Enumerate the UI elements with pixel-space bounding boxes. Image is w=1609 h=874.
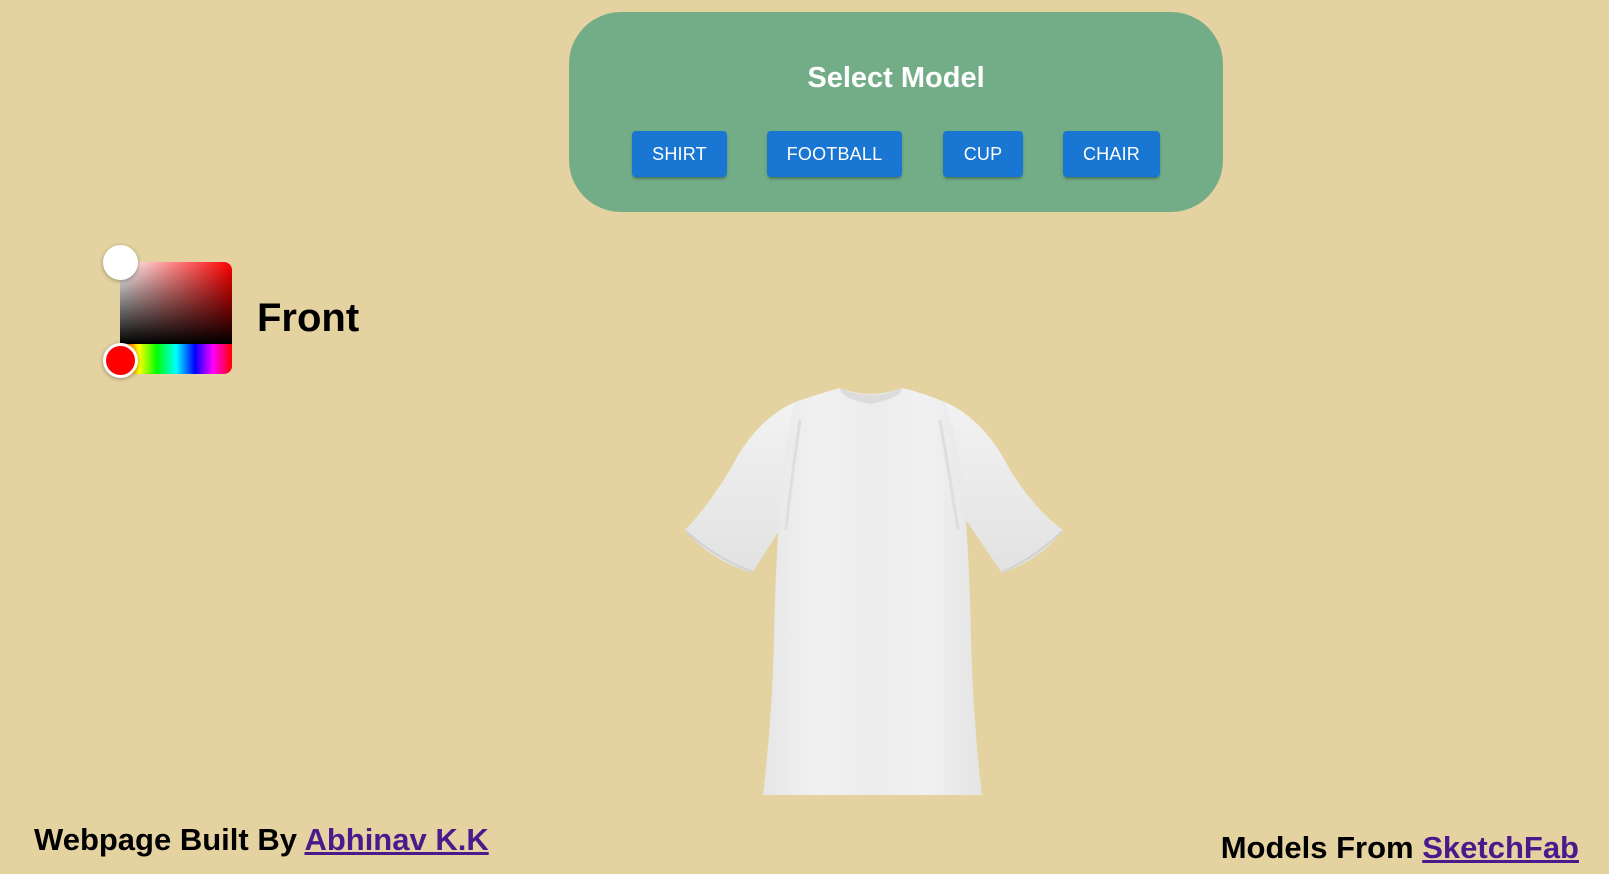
author-credit-prefix: Webpage Built By [34,822,297,857]
football-button[interactable]: FOOTBALL [767,131,902,177]
author-credit: Webpage Built By Abhinav K.K [34,822,489,858]
sketchfab-link[interactable]: SketchFab [1422,830,1579,865]
panel-title: Select Model [807,62,985,94]
model-select-panel: Select Model SHIRT FOOTBALL CUP CHAIR [569,12,1223,212]
author-link[interactable]: Abhinav K.K [304,822,488,857]
saturation-pointer[interactable] [103,245,138,280]
hue-pointer[interactable] [103,343,138,378]
models-credit-prefix: Models From [1220,830,1414,865]
saturation-area[interactable] [120,262,232,344]
cup-button[interactable]: CUP [943,131,1023,177]
model-viewport[interactable] [640,380,1100,820]
models-credit: Models From SketchFab [1221,830,1579,866]
shirt-button[interactable]: SHIRT [632,131,727,177]
decal-side-label: Front [257,296,360,340]
shirt-model [685,388,1063,795]
chair-button[interactable]: CHAIR [1063,131,1160,177]
